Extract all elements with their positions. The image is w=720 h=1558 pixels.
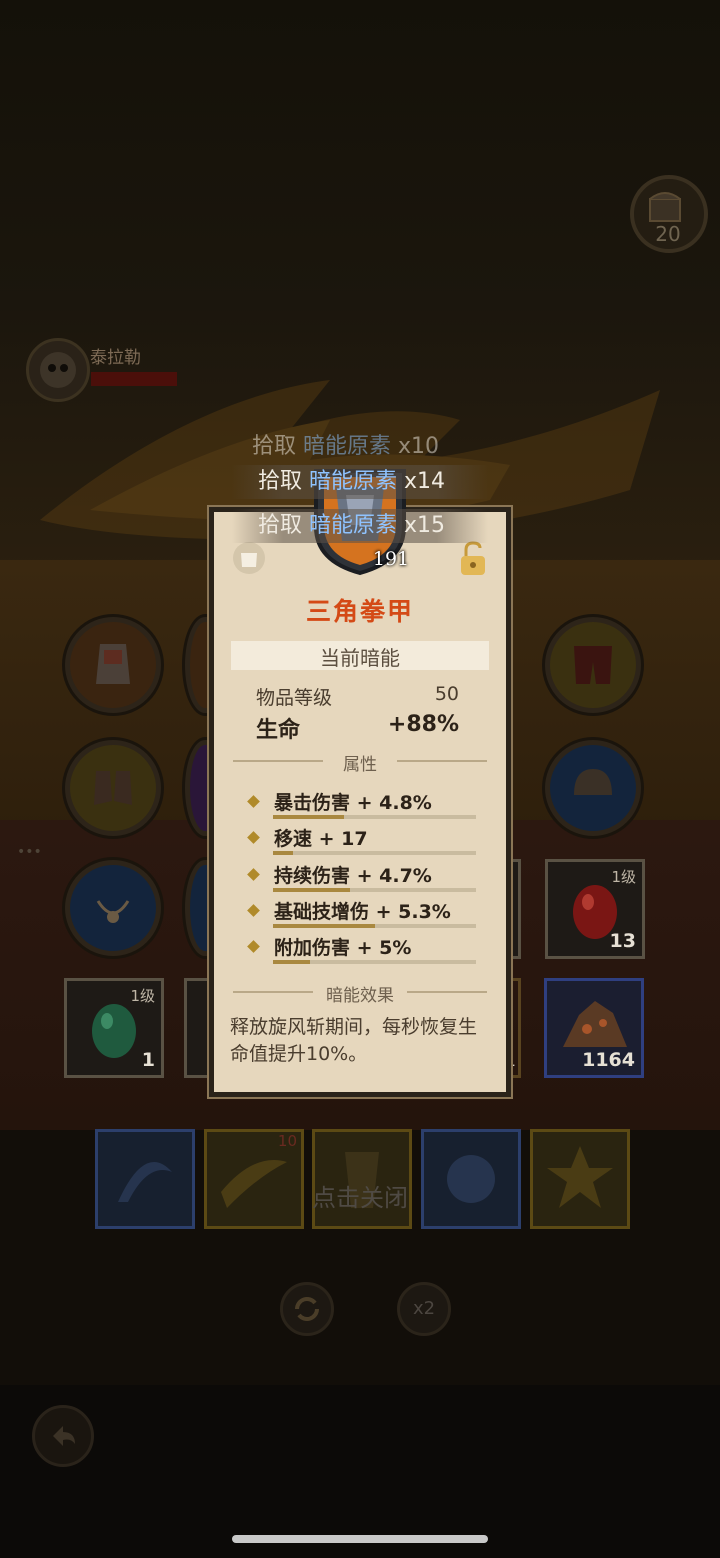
lock-button[interactable]: [456, 540, 490, 582]
boots-icon: [94, 771, 132, 805]
helmet-icon: [574, 769, 612, 795]
gem-value: 191: [372, 548, 410, 570]
inv-ore[interactable]: 1164: [544, 978, 644, 1078]
attribute-text: 基础技增伤 + 5.3%: [274, 901, 451, 923]
pickup-log-entry: 拾取 暗能原素 x10: [252, 430, 468, 464]
attribute-roll-fill: [273, 924, 375, 928]
attribute-roll-bar: [273, 888, 476, 892]
bottom-nav-area: [0, 1385, 720, 1558]
divider-line: [233, 991, 313, 993]
pickup-item: 暗能原素: [303, 434, 392, 459]
boss-name: 泰拉勒: [90, 348, 141, 368]
current-dark-energy-label: 当前暗能: [320, 646, 400, 670]
effect-header: 暗能效果: [326, 986, 394, 1006]
divider-line: [233, 760, 323, 762]
unlocked-padlock-icon: [461, 541, 485, 575]
pickup-prefix: 拾取: [258, 513, 303, 538]
attribute-roll-bar: [273, 851, 476, 855]
item-name: 三角拳甲: [305, 597, 414, 626]
attribute-roll-fill: [273, 960, 310, 964]
pickup-prefix: 拾取: [252, 434, 297, 459]
pickup-qty: x15: [404, 513, 446, 538]
pickup-log-entry: 拾取 暗能原素 x14: [232, 465, 488, 499]
tap-to-close-hint[interactable]: 点击关闭: [0, 1178, 720, 1213]
item-count: 13: [609, 930, 636, 952]
item-count: 1: [141, 1049, 155, 1071]
chat-dots: •••: [17, 844, 42, 860]
refresh-button[interactable]: [280, 1282, 334, 1336]
attribute-roll-bar: [273, 815, 476, 819]
attribute-text: 移速 + 17: [274, 828, 368, 850]
chest-count: 20: [655, 222, 681, 246]
fist-icon: [233, 542, 265, 574]
main-stat-label: 生命: [256, 718, 301, 743]
item-level-value: 50: [434, 683, 459, 705]
equip-slot-armor[interactable]: [65, 617, 161, 713]
item-level: 1级: [130, 987, 155, 1005]
amulet-icon: [96, 900, 130, 923]
attribute-roll-bar: [273, 960, 476, 964]
back-button[interactable]: [32, 1405, 94, 1467]
attribute-text: 附加伤害 + 5%: [274, 937, 412, 959]
ore-pile-icon: [563, 1001, 627, 1047]
fist-button[interactable]: [232, 541, 266, 579]
equip-slot-amulet[interactable]: [65, 860, 161, 956]
equip-slot-pants[interactable]: [545, 617, 641, 713]
back-arrow-icon: [53, 1426, 75, 1446]
attribute-text: 持续伤害 + 4.7%: [274, 865, 432, 887]
attribute-roll-bar: [273, 924, 476, 928]
inv-red-egg[interactable]: 1级 13: [545, 859, 645, 959]
equip-slot-boots[interactable]: [65, 740, 161, 836]
pickup-item: 暗能原素: [309, 469, 398, 494]
attributes-header: 属性: [343, 755, 377, 775]
effect-description: 释放旋风斩期间，每秒恢复生命值提升10%。: [230, 1016, 478, 1065]
divider-line: [407, 991, 487, 993]
refresh-icon: [295, 1297, 319, 1321]
pants-icon: [574, 646, 612, 684]
pickup-item: 暗能原素: [309, 513, 398, 538]
skull-icon: [40, 352, 76, 388]
equip-slot-helmet[interactable]: [545, 740, 641, 836]
speed-x2-button[interactable]: x2: [397, 1282, 451, 1336]
attribute-roll-fill: [273, 851, 294, 855]
attribute-roll-fill: [273, 888, 351, 892]
main-stat-value: +88%: [387, 712, 459, 737]
pickup-prefix: 拾取: [258, 469, 303, 494]
pickup-log-entry: 拾取 暗能原素 x15: [232, 509, 488, 543]
boss-health-bar: [91, 372, 177, 386]
pickup-qty: x14: [404, 469, 446, 494]
divider-line: [397, 760, 487, 762]
item-count: 1164: [582, 1049, 635, 1071]
skill-badge: 10: [277, 1132, 297, 1150]
inv-partial-slot-left: [184, 978, 207, 1078]
boss-avatar: [26, 338, 90, 402]
inv-partial-slot: [510, 859, 521, 959]
pickup-qty: x10: [398, 434, 440, 459]
home-indicator[interactable]: [232, 1535, 488, 1543]
item-level-label: 物品等级: [256, 687, 333, 709]
gauntlet-icon: [96, 644, 130, 684]
inv-green-egg[interactable]: 1级 1: [64, 978, 164, 1078]
attribute-roll-fill: [273, 815, 345, 819]
item-level: 1级: [611, 868, 636, 886]
attribute-text: 暴击伤害 + 4.8%: [274, 792, 432, 814]
